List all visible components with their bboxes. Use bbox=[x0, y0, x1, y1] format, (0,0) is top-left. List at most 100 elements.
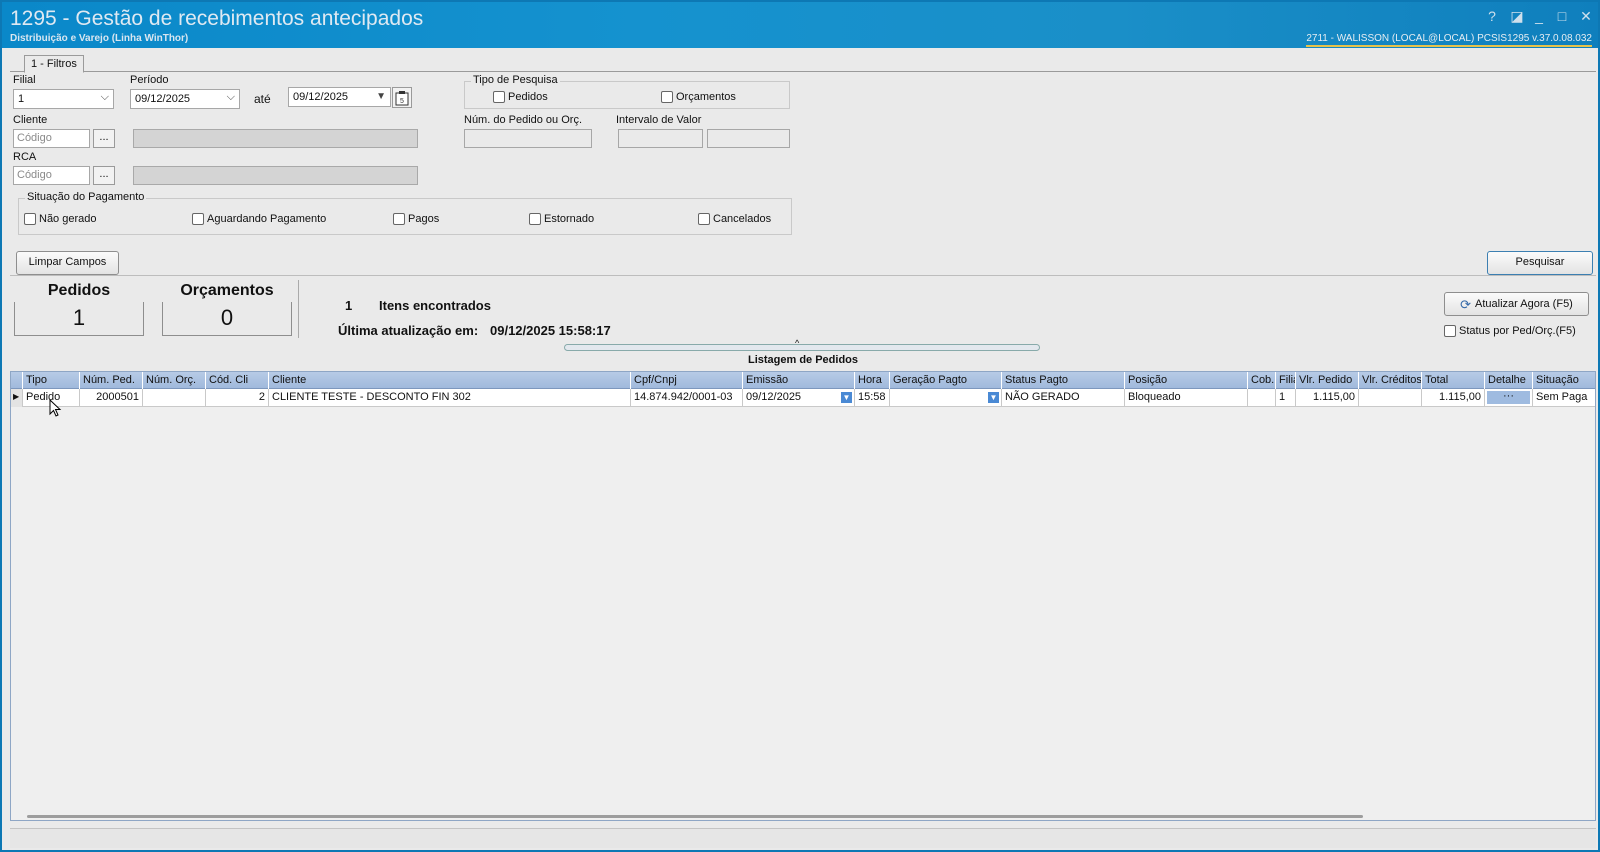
pagos-checkbox[interactable]: Pagos bbox=[393, 213, 439, 225]
orcamentos-counter: Orçamentos 0 bbox=[162, 280, 292, 336]
cell-cliente[interactable]: CLIENTE TESTE - DESCONTO FIN 302 bbox=[269, 389, 631, 407]
cell-detalhe[interactable]: ··· bbox=[1485, 389, 1533, 407]
column-header[interactable]: Status Pagto bbox=[1002, 372, 1125, 389]
pagos-label: Pagos bbox=[408, 213, 440, 225]
aguardando-pagamento-checkbox[interactable]: Aguardando Pagamento bbox=[192, 213, 326, 225]
cell-emissao-value: 09/12/2025 bbox=[746, 391, 802, 403]
filial-value: 1 bbox=[18, 93, 25, 105]
column-header[interactable]: Vlr. Pedido bbox=[1296, 372, 1359, 389]
filial-select[interactable]: 1 ⌵ bbox=[13, 89, 114, 109]
refresh-icon: ⟳ bbox=[1460, 296, 1472, 312]
cell-total[interactable]: 1.115,00 bbox=[1422, 389, 1485, 407]
splitter-handle[interactable]: ^ bbox=[564, 338, 1040, 351]
pedidos-checkbox-label: Pedidos bbox=[508, 91, 548, 103]
cell-cod-cli[interactable]: 2 bbox=[206, 389, 269, 407]
column-header[interactable]: Cód. Cli bbox=[206, 372, 269, 389]
column-header[interactable]: Núm. Ped. bbox=[80, 372, 143, 389]
window-title: 1295 - Gestão de recebimentos antecipado… bbox=[10, 7, 424, 30]
help-icon[interactable]: ? bbox=[1482, 8, 1502, 24]
rca-search-button[interactable]: ... bbox=[93, 166, 115, 185]
tab-filtros[interactable]: 1 - Filtros bbox=[24, 55, 84, 73]
orcamentos-checkbox[interactable]: Orçamentos bbox=[661, 91, 736, 103]
cliente-search-button[interactable]: ... bbox=[93, 129, 115, 148]
situacao-pagamento-label: Situação do Pagamento bbox=[25, 191, 147, 203]
column-header[interactable]: Cob. bbox=[1248, 372, 1276, 389]
column-header[interactable]: Total bbox=[1422, 372, 1485, 389]
column-header[interactable]: Hora bbox=[855, 372, 890, 389]
num-pedido-input[interactable] bbox=[464, 129, 592, 148]
cell-status-pagto[interactable]: NÃO GERADO bbox=[1002, 389, 1125, 407]
window-subtitle: Distribuição e Varejo (Linha WinThor) bbox=[10, 33, 189, 44]
column-header[interactable]: Núm. Orç. bbox=[143, 372, 206, 389]
calendar-icon[interactable]: 5 bbox=[392, 87, 412, 108]
title-bar: 1295 - Gestão de recebimentos antecipado… bbox=[2, 2, 1598, 48]
column-header[interactable]: Cpf/Cnpj bbox=[631, 372, 743, 389]
estornado-label: Estornado bbox=[544, 213, 595, 225]
cell-num-orc[interactable] bbox=[143, 389, 206, 407]
cell-geracao-pagto[interactable]: ▼ bbox=[890, 389, 1002, 407]
column-header[interactable]: Situação bbox=[1533, 372, 1595, 389]
estornado-checkbox[interactable]: Estornado bbox=[529, 213, 594, 225]
atualizar-agora-button[interactable]: ⟳ Atualizar Agora (F5) bbox=[1444, 292, 1589, 316]
limpar-campos-button[interactable]: Limpar Campos bbox=[16, 251, 119, 275]
nao-gerado-label: Não gerado bbox=[39, 213, 97, 225]
column-header[interactable]: Cliente bbox=[269, 372, 631, 389]
periodo-start-date[interactable]: 09/12/2025 ⌵ bbox=[130, 89, 240, 109]
cliente-name-field bbox=[133, 129, 418, 148]
cell-posicao[interactable]: Bloqueado bbox=[1125, 389, 1248, 407]
checkbox-icon bbox=[698, 213, 710, 225]
close-icon[interactable]: ✕ bbox=[1576, 8, 1596, 25]
pedidos-checkbox[interactable]: Pedidos bbox=[493, 91, 548, 103]
cell-vlr-pedido[interactable]: 1.115,00 bbox=[1296, 389, 1359, 407]
column-header[interactable]: Geração Pagto bbox=[890, 372, 1002, 389]
valor-min-input[interactable] bbox=[618, 129, 703, 148]
cell-vlr-creditos[interactable] bbox=[1359, 389, 1422, 407]
minimize-icon[interactable]: _ bbox=[1529, 8, 1549, 24]
status-por-ped-checkbox[interactable]: Status por Ped/Orç.(F5) bbox=[1444, 325, 1576, 337]
restore-icon[interactable]: ◪ bbox=[1507, 8, 1527, 25]
rca-code-input[interactable]: Código bbox=[13, 166, 90, 185]
user-info: 2711 - WALISSON (LOCAL@LOCAL) PCSIS1295 … bbox=[1306, 33, 1592, 47]
column-header[interactable]: Posição bbox=[1125, 372, 1248, 389]
maximize-icon[interactable]: □ bbox=[1552, 8, 1572, 24]
tipo-pesquisa-group: Tipo de Pesquisa Pedidos Orçamentos bbox=[464, 74, 790, 109]
cell-emissao[interactable]: 09/12/2025 ▼ bbox=[743, 389, 855, 407]
valor-max-input[interactable] bbox=[707, 129, 790, 148]
checkbox-icon bbox=[393, 213, 405, 225]
cell-situacao[interactable]: Sem Paga bbox=[1533, 389, 1595, 407]
cancelados-label: Cancelados bbox=[713, 213, 772, 225]
dropdown-arrow-icon[interactable]: ▼ bbox=[841, 392, 852, 403]
tab-strip: 1 - Filtros bbox=[10, 52, 1596, 73]
periodo-end-date[interactable]: 09/12/2025 ▼ bbox=[288, 87, 391, 107]
checkbox-icon bbox=[192, 213, 204, 225]
cell-filial[interactable]: 1 bbox=[1276, 389, 1296, 407]
tipo-pesquisa-label: Tipo de Pesquisa bbox=[471, 74, 560, 86]
chevron-down-icon: ⌵ bbox=[226, 91, 235, 103]
app-window: 1295 - Gestão de recebimentos antecipado… bbox=[0, 0, 1600, 852]
dropdown-arrow-icon[interactable]: ▼ bbox=[988, 392, 999, 403]
cell-cob[interactable] bbox=[1248, 389, 1276, 407]
horizontal-scrollbar[interactable] bbox=[27, 815, 1363, 818]
cancelados-checkbox[interactable]: Cancelados bbox=[698, 213, 771, 225]
cell-num-ped[interactable]: 2000501 bbox=[80, 389, 143, 407]
nao-gerado-checkbox[interactable]: Não gerado bbox=[24, 213, 97, 225]
cliente-code-input[interactable]: Código bbox=[13, 129, 90, 148]
column-header[interactable]: Filia bbox=[1276, 372, 1296, 389]
cell-cpf-cnpj[interactable]: 14.874.942/0001-03 bbox=[631, 389, 743, 407]
column-header[interactable]: Emissão bbox=[743, 372, 855, 389]
periodo-label: Período bbox=[130, 74, 169, 86]
column-header[interactable]: Detalhe bbox=[1485, 372, 1533, 389]
detalhe-button[interactable]: ··· bbox=[1487, 391, 1530, 404]
row-indicator-header bbox=[11, 372, 23, 389]
column-header[interactable]: Vlr. Créditos bbox=[1359, 372, 1422, 389]
filial-label: Filial bbox=[13, 74, 36, 86]
pedidos-counter: Pedidos 1 bbox=[14, 280, 144, 336]
checkbox-icon bbox=[529, 213, 541, 225]
aguardando-pagamento-label: Aguardando Pagamento bbox=[207, 213, 327, 225]
pesquisar-button[interactable]: Pesquisar bbox=[1487, 251, 1593, 275]
rca-label: RCA bbox=[13, 151, 37, 163]
column-header[interactable]: Tipo bbox=[23, 372, 80, 389]
atualizar-agora-label: Atualizar Agora (F5) bbox=[1475, 297, 1573, 310]
table-row[interactable]: ▶ Pedido 2000501 2 CLIENTE TESTE - DESCO… bbox=[11, 389, 1595, 407]
cell-hora[interactable]: 15:58 bbox=[855, 389, 890, 407]
